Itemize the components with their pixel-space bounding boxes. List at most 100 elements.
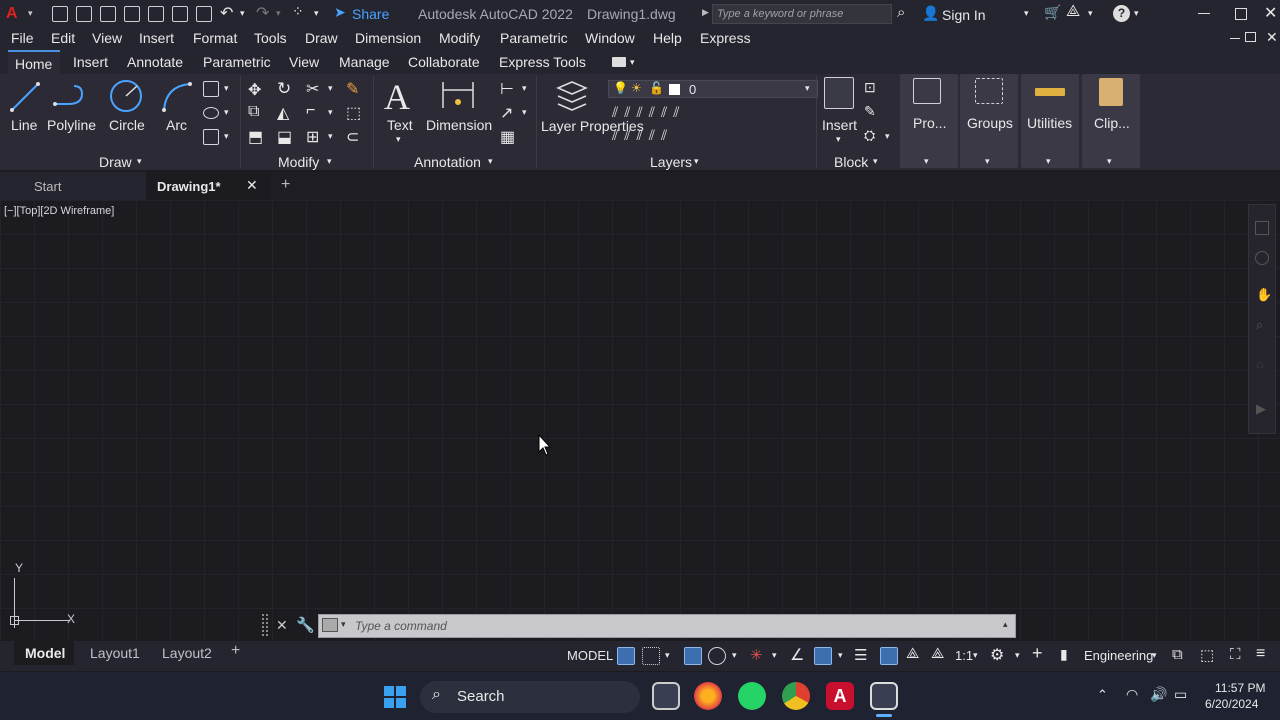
search-expand-icon[interactable]: ▶: [702, 7, 709, 18]
tab-parametric[interactable]: Parametric: [203, 54, 271, 70]
zoom-icon[interactable]: ⌕: [1256, 317, 1263, 333]
doc-restore-icon[interactable]: [1245, 32, 1256, 42]
cart-icon[interactable]: 🛒: [1044, 4, 1061, 21]
tab-layout1[interactable]: Layout1: [90, 645, 140, 661]
ortho-mode-icon[interactable]: [684, 647, 702, 665]
draw-panel-chevron-icon[interactable]: ▾: [137, 156, 142, 167]
annotation-scale-icon[interactable]: ⟁: [931, 645, 944, 662]
command-grip[interactable]: [262, 614, 268, 636]
properties-panel[interactable]: Pro... ▾: [900, 74, 958, 168]
object-snap-chevron-icon[interactable]: ▾: [838, 650, 843, 661]
share-button[interactable]: Share: [352, 6, 389, 22]
edit-attributes-icon[interactable]: ⛭: [864, 127, 875, 144]
viewcube-icon[interactable]: [1255, 221, 1269, 235]
layer-dropdown[interactable]: 💡 ☀ 🔓 0 ▾: [608, 80, 818, 98]
tab-drawing1[interactable]: Drawing1* ✕: [146, 172, 270, 200]
mirror-icon[interactable]: ◭: [277, 103, 289, 123]
scale-icon[interactable]: ⬓: [277, 127, 292, 147]
battery-icon[interactable]: ▭: [1174, 686, 1187, 703]
annotation-monitor-icon[interactable]: +: [1032, 643, 1043, 664]
tab-manage[interactable]: Manage: [339, 54, 390, 70]
command-close-icon[interactable]: ✕: [276, 617, 288, 634]
wifi-icon[interactable]: ◠: [1126, 686, 1138, 703]
drawing-canvas[interactable]: [−][Top][2D Wireframe] ✋ ⌕ ◌ ▶ Y X ✕ 🔧 ▾…: [0, 200, 1280, 640]
object-snap-tracking-icon[interactable]: ∠: [790, 645, 804, 665]
tab-view[interactable]: View: [289, 54, 319, 70]
isodraft-chevron-icon[interactable]: ▾: [772, 650, 777, 661]
maximize-icon[interactable]: [1235, 8, 1247, 20]
stretch-icon[interactable]: ⬒: [248, 127, 263, 147]
task-view-icon[interactable]: [652, 682, 680, 710]
layers-panel-label[interactable]: Layers: [650, 154, 692, 170]
autodesk-app-icon[interactable]: ⟁: [1066, 3, 1080, 21]
layer-tools-row-1[interactable]: ⫽⫽⫽⫽⫽⫽: [612, 104, 685, 121]
autocad-taskbar-icon[interactable]: A: [826, 682, 854, 710]
undo-chevron-icon[interactable]: ▾: [240, 8, 245, 19]
viewport-controls[interactable]: [−][Top][2D Wireframe]: [4, 205, 114, 217]
linear-dim-chevron-icon[interactable]: ▾: [522, 83, 527, 94]
clipboard-panel[interactable]: Clip... ▾: [1082, 74, 1140, 168]
menu-view[interactable]: View: [92, 30, 122, 46]
text-icon[interactable]: A: [384, 76, 410, 118]
linear-dim-icon[interactable]: ⊢: [500, 79, 514, 99]
clock-date[interactable]: 6/20/2024: [1205, 697, 1258, 711]
object-snap-icon[interactable]: [814, 647, 832, 665]
firefox-icon[interactable]: [694, 682, 722, 710]
table-icon[interactable]: ▦: [500, 127, 515, 147]
menu-window[interactable]: Window: [585, 30, 635, 46]
layer-tools-row-2[interactable]: ⫽⫽⫽⫽⫽: [612, 127, 673, 144]
erase-icon[interactable]: ✎: [346, 79, 359, 99]
doc-minimize-icon[interactable]: [1230, 38, 1240, 39]
layer-properties-icon[interactable]: [554, 78, 590, 114]
hardware-acceleration-icon[interactable]: ⬚: [1200, 646, 1214, 664]
redo-chevron-icon[interactable]: ▾: [276, 8, 281, 19]
arc-icon[interactable]: [160, 80, 194, 114]
trim-chevron-icon[interactable]: ▾: [328, 83, 333, 94]
move-icon[interactable]: ✥: [248, 80, 261, 100]
fillet-chevron-icon[interactable]: ▾: [328, 107, 333, 118]
attributes-chevron-icon[interactable]: ▾: [885, 131, 890, 142]
clock-time[interactable]: 11:57 PM: [1215, 681, 1265, 695]
steering-wheel-icon[interactable]: [1255, 251, 1269, 265]
groups-panel[interactable]: Groups ▾: [960, 74, 1018, 168]
quick-properties-icon[interactable]: ⧉: [1172, 646, 1183, 663]
copy-icon[interactable]: ⧉: [248, 103, 259, 121]
command-customize-icon[interactable]: 🔧: [296, 616, 315, 634]
circle-tool-label[interactable]: Circle: [109, 117, 145, 133]
command-prompt-icon[interactable]: [322, 618, 338, 632]
grid-display-icon[interactable]: [617, 647, 635, 665]
leader-chevron-icon[interactable]: ▾: [522, 107, 527, 118]
open-web-icon[interactable]: [148, 6, 164, 22]
menu-parametric[interactable]: Parametric: [500, 30, 568, 46]
dimension-icon[interactable]: [440, 78, 476, 112]
workspace-icon[interactable]: ⁘: [292, 3, 304, 20]
array-icon[interactable]: ⊞: [306, 127, 319, 147]
tab-close-icon[interactable]: ✕: [246, 177, 258, 194]
navigation-bar[interactable]: ✋ ⌕ ◌ ▶: [1248, 204, 1276, 434]
fillet-icon[interactable]: ⌐: [306, 102, 315, 120]
tab-model[interactable]: Model: [14, 641, 74, 665]
share-icon[interactable]: ➤: [334, 4, 346, 21]
arc-tool-label[interactable]: Arc: [166, 117, 187, 133]
hatch-chevron-icon[interactable]: ▾: [224, 131, 229, 142]
isodraft-icon[interactable]: ✳: [750, 646, 763, 664]
volume-icon[interactable]: 🔊: [1150, 686, 1167, 703]
array-chevron-icon[interactable]: ▾: [328, 131, 333, 142]
units-value[interactable]: Engineering: [1084, 648, 1153, 663]
customize-chevron-icon[interactable]: ▾: [314, 8, 319, 19]
redo-icon[interactable]: ↷: [256, 3, 269, 23]
workspace-chevron-icon[interactable]: ▾: [1015, 650, 1020, 661]
undo-icon[interactable]: ↶: [220, 3, 233, 23]
save-icon[interactable]: [100, 6, 116, 22]
offset-icon[interactable]: ⊂: [346, 127, 359, 147]
block-panel-label[interactable]: Block: [834, 154, 868, 170]
explode-icon[interactable]: ⬚: [346, 103, 361, 123]
insert-block-icon[interactable]: [824, 77, 854, 109]
app-store-chevron-icon[interactable]: ▾: [1088, 8, 1093, 19]
windows-start-icon[interactable]: [384, 686, 406, 708]
doc-close-icon[interactable]: ✕: [1266, 29, 1278, 46]
menu-insert[interactable]: Insert: [139, 30, 174, 46]
trim-icon[interactable]: ✂: [306, 79, 319, 99]
showmotion-icon[interactable]: ▶: [1256, 401, 1266, 417]
help-chevron-icon[interactable]: ▾: [1134, 8, 1139, 19]
